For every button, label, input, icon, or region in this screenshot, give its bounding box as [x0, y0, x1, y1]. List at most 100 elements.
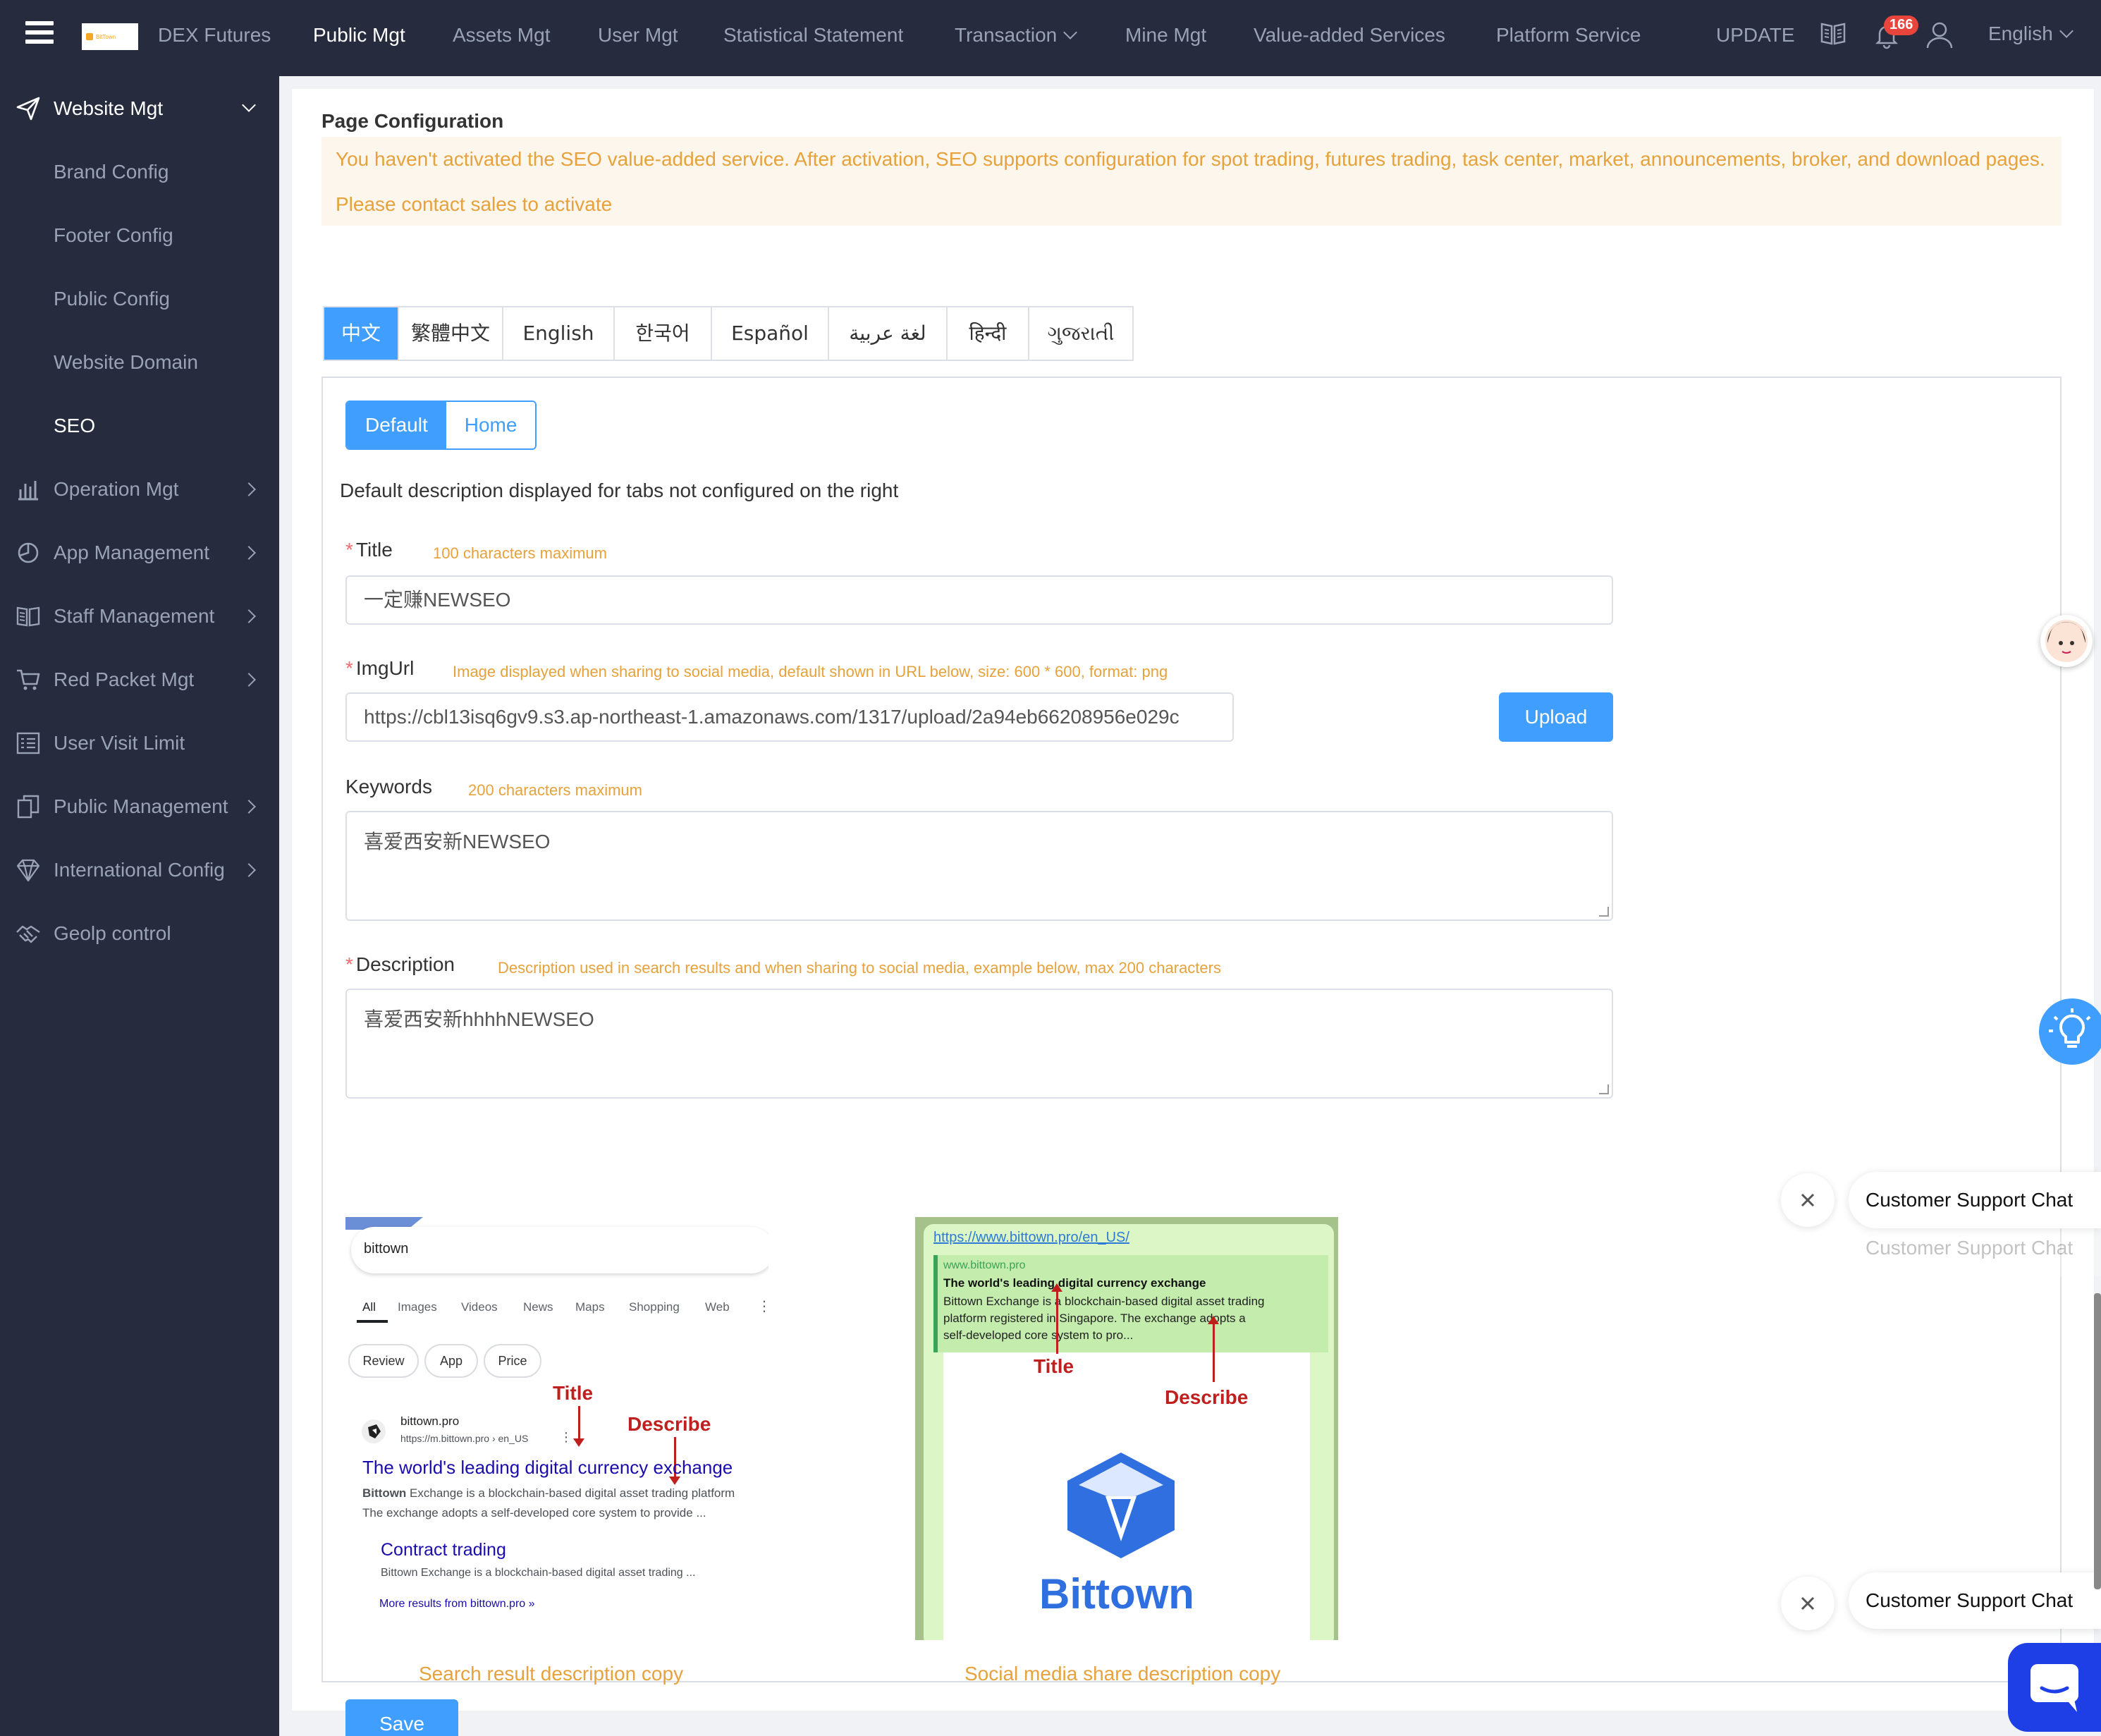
nav-transaction-label: Transaction: [955, 24, 1058, 46]
nav-platform-service[interactable]: Platform Service: [1496, 0, 1641, 76]
sidebar-item-red-packet-mgt[interactable]: Red Packet Mgt: [0, 652, 279, 708]
keywords-textarea[interactable]: 喜爱西安新NEWSEO: [345, 811, 1613, 921]
search-tab-all: All: [362, 1300, 376, 1314]
upload-button[interactable]: Upload: [1499, 692, 1613, 742]
sidebar-item-staff-management[interactable]: Staff Management: [0, 588, 279, 644]
resize-handle-icon[interactable]: [1599, 1084, 1609, 1094]
active-tab-underline: [357, 1320, 388, 1323]
sidebar-item-footer-config[interactable]: Footer Config: [0, 207, 279, 264]
more-vert-icon: ⋮: [560, 1430, 572, 1444]
tab-lang-zh-tw[interactable]: 繁體中文: [399, 307, 503, 360]
chat-dismiss-button[interactable]: [1781, 1577, 1834, 1630]
bittown-logo-icon: [1067, 1453, 1175, 1558]
tab-lang-gu[interactable]: ગુજરાતી: [1029, 307, 1132, 360]
book-icon[interactable]: [1819, 20, 1847, 48]
sidebar-item-public-config[interactable]: Public Config: [0, 271, 279, 327]
resize-handle-icon[interactable]: [1599, 907, 1609, 917]
title-hint: 100 characters maximum: [433, 544, 607, 562]
tab-default[interactable]: Default: [347, 402, 446, 448]
result-site-url: https://m.bittown.pro › en_US: [400, 1433, 529, 1444]
nav-value-added-services[interactable]: Value-added Services: [1254, 0, 1445, 76]
customer-support-chat-prompt[interactable]: Customer Support Chat: [1849, 1572, 2101, 1629]
sidebar-item-international-config[interactable]: International Config: [0, 842, 279, 898]
chat-dismiss-button[interactable]: [1781, 1173, 1834, 1227]
chevron-down-icon: [242, 98, 256, 112]
tab-lang-en[interactable]: English: [503, 307, 615, 360]
sidebar-item-seo[interactable]: SEO: [0, 398, 279, 454]
bar-chart-icon: [18, 481, 38, 501]
chevron-right-icon: [242, 863, 256, 877]
search-query: bittown: [364, 1241, 409, 1257]
nav-user-mgt[interactable]: User Mgt: [598, 0, 678, 76]
copy-icon: [17, 795, 39, 819]
default-description-hint: Default description displayed for tabs n…: [340, 479, 899, 501]
chevron-right-icon: [242, 800, 256, 814]
tab-home[interactable]: Home: [446, 402, 536, 448]
list-icon: [16, 732, 40, 754]
sidebar-item-label: International Config: [54, 859, 225, 881]
describe-marker: Describe: [1165, 1386, 1249, 1408]
imgurl-label-text: ImgUrl: [355, 657, 415, 679]
title-input[interactable]: 一定赚NEWSEO: [345, 575, 1613, 625]
nav-dex-futures[interactable]: DEX Futures: [158, 0, 271, 76]
nav-transaction[interactable]: Transaction: [955, 0, 1078, 76]
cart-icon: [17, 669, 40, 690]
sidebar-item-user-visit-limit[interactable]: User Visit Limit: [0, 715, 279, 771]
description-value: 喜爱西安新hhhhNEWSEO: [364, 1008, 594, 1030]
update-button[interactable]: UPDATE: [1716, 0, 1795, 76]
preview-desc-line-3: self-developed core system to pro...: [943, 1328, 1134, 1342]
result-desc-brand: Bittown: [362, 1486, 407, 1500]
sidebar-item-geolp-control[interactable]: Geolp control: [0, 905, 279, 962]
page-title: Page Configuration: [321, 110, 504, 132]
sidebar-item-website-domain[interactable]: Website Domain: [0, 334, 279, 391]
nav-assets-mgt[interactable]: Assets Mgt: [453, 0, 550, 76]
sidebar-item-label: Public Management: [54, 795, 228, 817]
save-button[interactable]: Save: [345, 1699, 458, 1736]
brand-logo[interactable]: BitTown: [82, 23, 138, 50]
result-desc-text: Exchange is a blockchain-based digital a…: [406, 1486, 735, 1500]
main-content: Page Configuration You haven't activated…: [292, 89, 2094, 1736]
tab-lang-es[interactable]: Español: [712, 307, 829, 360]
sidebar-item-app-management[interactable]: App Management: [0, 525, 279, 581]
sub-result-desc: Bittown Exchange is a blockchain-based d…: [381, 1567, 696, 1579]
tab-lang-zh[interactable]: 中文: [324, 307, 399, 360]
nav-statistical-statement[interactable]: Statistical Statement: [723, 0, 903, 76]
sidebar-item-public-management[interactable]: Public Management: [0, 778, 279, 835]
page-scrollbar[interactable]: [2094, 1293, 2101, 1589]
support-avatar[interactable]: [2040, 615, 2093, 667]
tips-button[interactable]: [2039, 998, 2101, 1065]
sidebar-item-operation-mgt[interactable]: Operation Mgt: [0, 461, 279, 518]
nav-public-mgt[interactable]: Public Mgt: [313, 0, 405, 76]
result-site-name: bittown.pro: [400, 1414, 460, 1428]
send-icon: [16, 97, 40, 121]
search-tab-maps: Maps: [575, 1300, 605, 1314]
chevron-down-icon: [1063, 25, 1078, 39]
result-desc-line-1: Bittown Exchange is a blockchain-based d…: [362, 1486, 735, 1500]
preview-desc-line-1: Bittown Exchange is a blockchain-based d…: [943, 1295, 1265, 1308]
language-select-label: English: [1988, 23, 2053, 44]
imgurl-input[interactable]: https://cbl13isq6gv9.s3.ap-northeast-1.a…: [345, 692, 1234, 742]
seo-activation-notice: You haven't activated the SEO value-adde…: [321, 137, 2062, 226]
sidebar-group-website-mgt[interactable]: Website Mgt: [0, 80, 279, 137]
tab-lang-hi[interactable]: हिन्दी: [948, 307, 1029, 360]
menu-toggle-icon[interactable]: [25, 21, 54, 45]
diamond-icon: [16, 859, 40, 882]
sidebar-item-brand-config[interactable]: Brand Config: [0, 144, 279, 200]
share-link: https://www.bittown.pro/en_US/: [933, 1230, 1129, 1245]
user-icon[interactable]: [1925, 20, 1954, 49]
chat-bubble-icon: [2030, 1664, 2078, 1712]
social-example-caption: Social media share description copy: [964, 1663, 1281, 1685]
chevron-down-icon: [2059, 24, 2074, 38]
language-select[interactable]: English: [1988, 0, 2074, 76]
chat-launcher-button[interactable]: [2008, 1643, 2101, 1732]
arrow-up-icon: [1051, 1283, 1062, 1354]
search-pill-app: App: [424, 1344, 478, 1378]
tab-lang-ar[interactable]: لغة عربية: [829, 307, 948, 360]
tab-lang-ko[interactable]: 한국어: [615, 307, 712, 360]
nav-mine-mgt[interactable]: Mine Mgt: [1125, 0, 1206, 76]
imgurl-hint: Image displayed when sharing to social m…: [453, 663, 1168, 680]
description-textarea[interactable]: 喜爱西安新hhhhNEWSEO: [345, 989, 1613, 1099]
customer-support-chat-prompt-faded: Customer Support Chat: [1849, 1220, 2101, 1276]
keywords-hint: 200 characters maximum: [468, 781, 642, 799]
site-favicon-icon: [362, 1419, 386, 1443]
